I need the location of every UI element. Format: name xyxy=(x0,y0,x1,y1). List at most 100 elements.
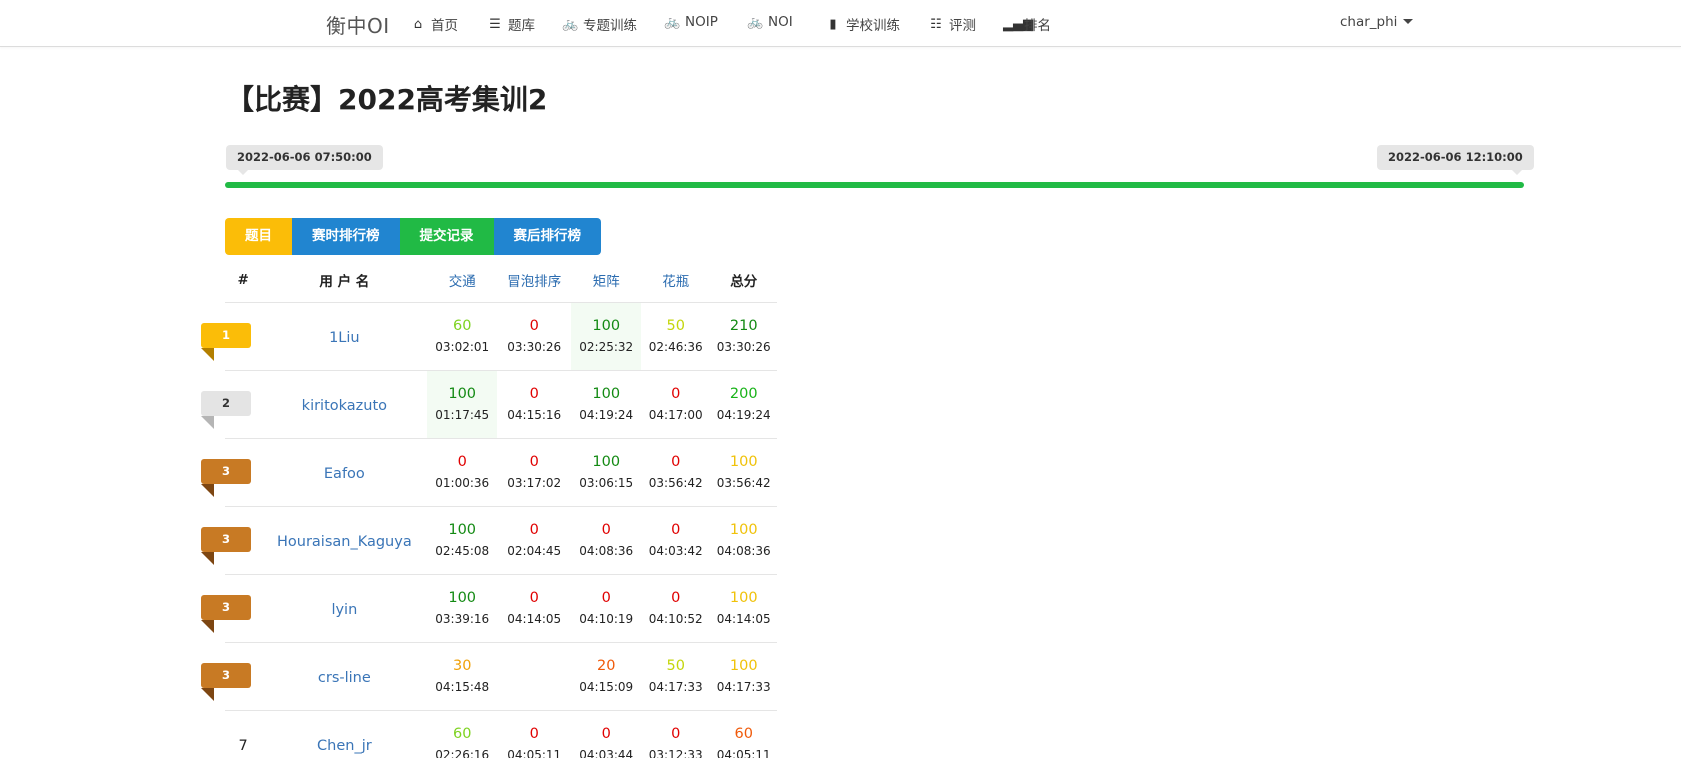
score-value: 0 xyxy=(601,590,611,606)
total-score: 200 xyxy=(729,386,758,402)
site-logo[interactable]: 衡中OI xyxy=(326,10,390,39)
table-header-row: # 用 户 名 交通 冒泡排序 矩阵 花瓶 总分 xyxy=(225,259,777,303)
total-time: 04:14:05 xyxy=(716,612,771,626)
score-value: 0 xyxy=(529,318,539,334)
total-score-cell: 200 04:19:24 xyxy=(710,370,777,439)
col-problem-1[interactable]: 冒泡排序 xyxy=(496,259,572,303)
col-total: 总分 xyxy=(710,259,777,303)
submit-time: 04:08:36 xyxy=(579,544,634,558)
username-link[interactable]: Chen_jr xyxy=(317,738,372,754)
submit-time: 03:30:26 xyxy=(507,340,562,354)
col-problem-2[interactable]: 矩阵 xyxy=(571,259,641,303)
total-score: 210 xyxy=(729,318,758,334)
problem-score-cell[interactable]: 100 01:17:45 xyxy=(427,370,497,439)
problem-score-cell[interactable]: 0 04:08:36 xyxy=(571,506,641,575)
contest-progress-bar xyxy=(225,182,1524,188)
table-row: 1 1Liu 60 03:02:01 0 03:30:26 100 02:25:32 50 02:… xyxy=(201,302,777,371)
rank-cell: 3 xyxy=(201,438,262,507)
nav-item-label: 评测 xyxy=(949,18,976,34)
score-value: 60 xyxy=(452,726,472,742)
problem-score-cell[interactable]: 0 03:12:33 xyxy=(640,710,711,758)
tab-submissions[interactable]: 提交记录 xyxy=(399,218,494,255)
contest-start-time: 2022-06-06 07:50:00 xyxy=(226,145,383,175)
score-value: 0 xyxy=(671,386,681,402)
total-score: 100 xyxy=(729,454,758,470)
score-value: 0 xyxy=(671,522,681,538)
gold-ribbon-badge: 1 xyxy=(201,322,251,361)
nav-item-label: NOIP xyxy=(685,14,718,30)
username-cell: kiritokazuto xyxy=(261,370,428,439)
nav-item-5[interactable]: ▮ 学校训练 xyxy=(825,14,900,35)
problem-score-cell[interactable]: 30 04:15:48 xyxy=(427,642,497,711)
nav-item-1[interactable]: ☰ 题库 xyxy=(487,14,535,35)
score-value: 100 xyxy=(448,522,477,538)
problem-score-cell[interactable]: 0 04:10:19 xyxy=(571,574,641,643)
nav-item-7[interactable]: ▂▄▆ 排名 xyxy=(1003,14,1051,35)
submit-time: 03:56:42 xyxy=(648,476,703,490)
nav-item-6[interactable]: ☷ 评测 xyxy=(928,14,976,35)
problem-score-cell xyxy=(496,642,572,711)
problem-score-cell[interactable]: 50 04:17:33 xyxy=(640,642,711,711)
bronze-ribbon-badge: 3 xyxy=(201,594,251,633)
tab-live-ranklist[interactable]: 赛时排行榜 xyxy=(292,218,400,255)
tasks-icon: ☷ xyxy=(930,16,942,32)
problem-score-cell[interactable]: 60 02:26:16 xyxy=(427,710,497,758)
username-link[interactable]: kiritokazuto xyxy=(302,398,387,414)
problem-score-cell[interactable]: 0 04:10:52 xyxy=(640,574,711,643)
problem-score-cell[interactable]: 100 02:45:08 xyxy=(427,506,497,575)
score-value: 0 xyxy=(671,590,681,606)
username-link[interactable]: Houraisan_Kaguya xyxy=(277,534,412,550)
username-link[interactable]: 1Liu xyxy=(329,330,360,346)
col-problem-3[interactable]: 花瓶 xyxy=(640,259,711,303)
submit-time: 03:06:15 xyxy=(579,476,634,490)
nav-item-label: NOI xyxy=(768,14,793,30)
problem-score-cell[interactable]: 50 02:46:36 xyxy=(640,302,711,371)
user-dropdown[interactable]: char_phi xyxy=(1340,14,1414,30)
problem-score-cell[interactable]: 100 03:06:15 xyxy=(571,438,641,507)
username-link[interactable]: crs-line xyxy=(318,670,371,686)
problem-score-cell[interactable]: 0 04:03:42 xyxy=(640,506,711,575)
problem-score-cell[interactable]: 0 04:03:44 xyxy=(571,710,641,758)
col-username: 用 户 名 xyxy=(261,259,428,303)
problem-score-cell[interactable]: 100 02:25:32 xyxy=(571,302,641,371)
submit-time: 04:14:05 xyxy=(507,612,562,626)
score-value: 100 xyxy=(592,386,621,402)
problem-score-cell[interactable]: 60 03:02:01 xyxy=(427,302,497,371)
nav-item-label: 首页 xyxy=(431,18,458,34)
rank-cell: 3 xyxy=(201,506,262,575)
score-value: 0 xyxy=(671,454,681,470)
total-time: 03:30:26 xyxy=(716,340,771,354)
problem-score-cell[interactable]: 100 03:39:16 xyxy=(427,574,497,643)
score-value: 100 xyxy=(448,590,477,606)
score-value: 0 xyxy=(601,726,611,742)
tab-problems[interactable]: 题目 xyxy=(225,218,292,255)
nav-item-2[interactable]: 🚲 专题训练 xyxy=(562,14,637,35)
problem-score-cell[interactable]: 20 04:15:09 xyxy=(571,642,641,711)
bronze-ribbon-badge: 3 xyxy=(201,526,251,565)
nav-item-4[interactable]: 🚲 NOI xyxy=(747,14,793,30)
ranklist-table: # 用 户 名 交通 冒泡排序 矩阵 花瓶 总分 1 1Liu 60 03:02:01 0 03:… xyxy=(201,259,777,758)
problem-score-cell[interactable]: 0 04:05:11 xyxy=(496,710,572,758)
problem-score-cell[interactable]: 0 04:14:05 xyxy=(496,574,572,643)
problem-score-cell[interactable]: 0 03:17:02 xyxy=(496,438,572,507)
bicycle-icon: 🚲 xyxy=(562,16,579,32)
col-problem-0[interactable]: 交通 xyxy=(427,259,497,303)
page-title: 【比赛】2022高考集训2 xyxy=(226,83,548,116)
problem-score-cell[interactable]: 0 04:15:16 xyxy=(496,370,572,439)
problem-score-cell[interactable]: 0 03:56:42 xyxy=(640,438,711,507)
nav-item-0[interactable]: ⌂ 首页 xyxy=(410,14,458,35)
problem-score-cell[interactable]: 0 01:00:36 xyxy=(427,438,497,507)
username-link[interactable]: Eafoo xyxy=(324,466,365,482)
tab-final-ranklist[interactable]: 赛后排行榜 xyxy=(493,218,601,255)
problem-score-cell[interactable]: 0 03:30:26 xyxy=(496,302,572,371)
nav-item-3[interactable]: 🚲 NOIP xyxy=(664,14,718,30)
problem-score-cell[interactable]: 0 04:17:00 xyxy=(640,370,711,439)
total-time: 04:19:24 xyxy=(716,408,771,422)
problem-score-cell[interactable]: 100 04:19:24 xyxy=(571,370,641,439)
username-link[interactable]: lyin xyxy=(331,602,357,618)
table-row: 3 lyin 100 03:39:16 0 04:14:05 0 04:10:19 0 04:10… xyxy=(201,574,777,643)
bicycle-icon: 🚲 xyxy=(747,14,764,30)
total-score: 100 xyxy=(729,522,758,538)
problem-score-cell[interactable]: 0 02:04:45 xyxy=(496,506,572,575)
score-value: 0 xyxy=(529,454,539,470)
